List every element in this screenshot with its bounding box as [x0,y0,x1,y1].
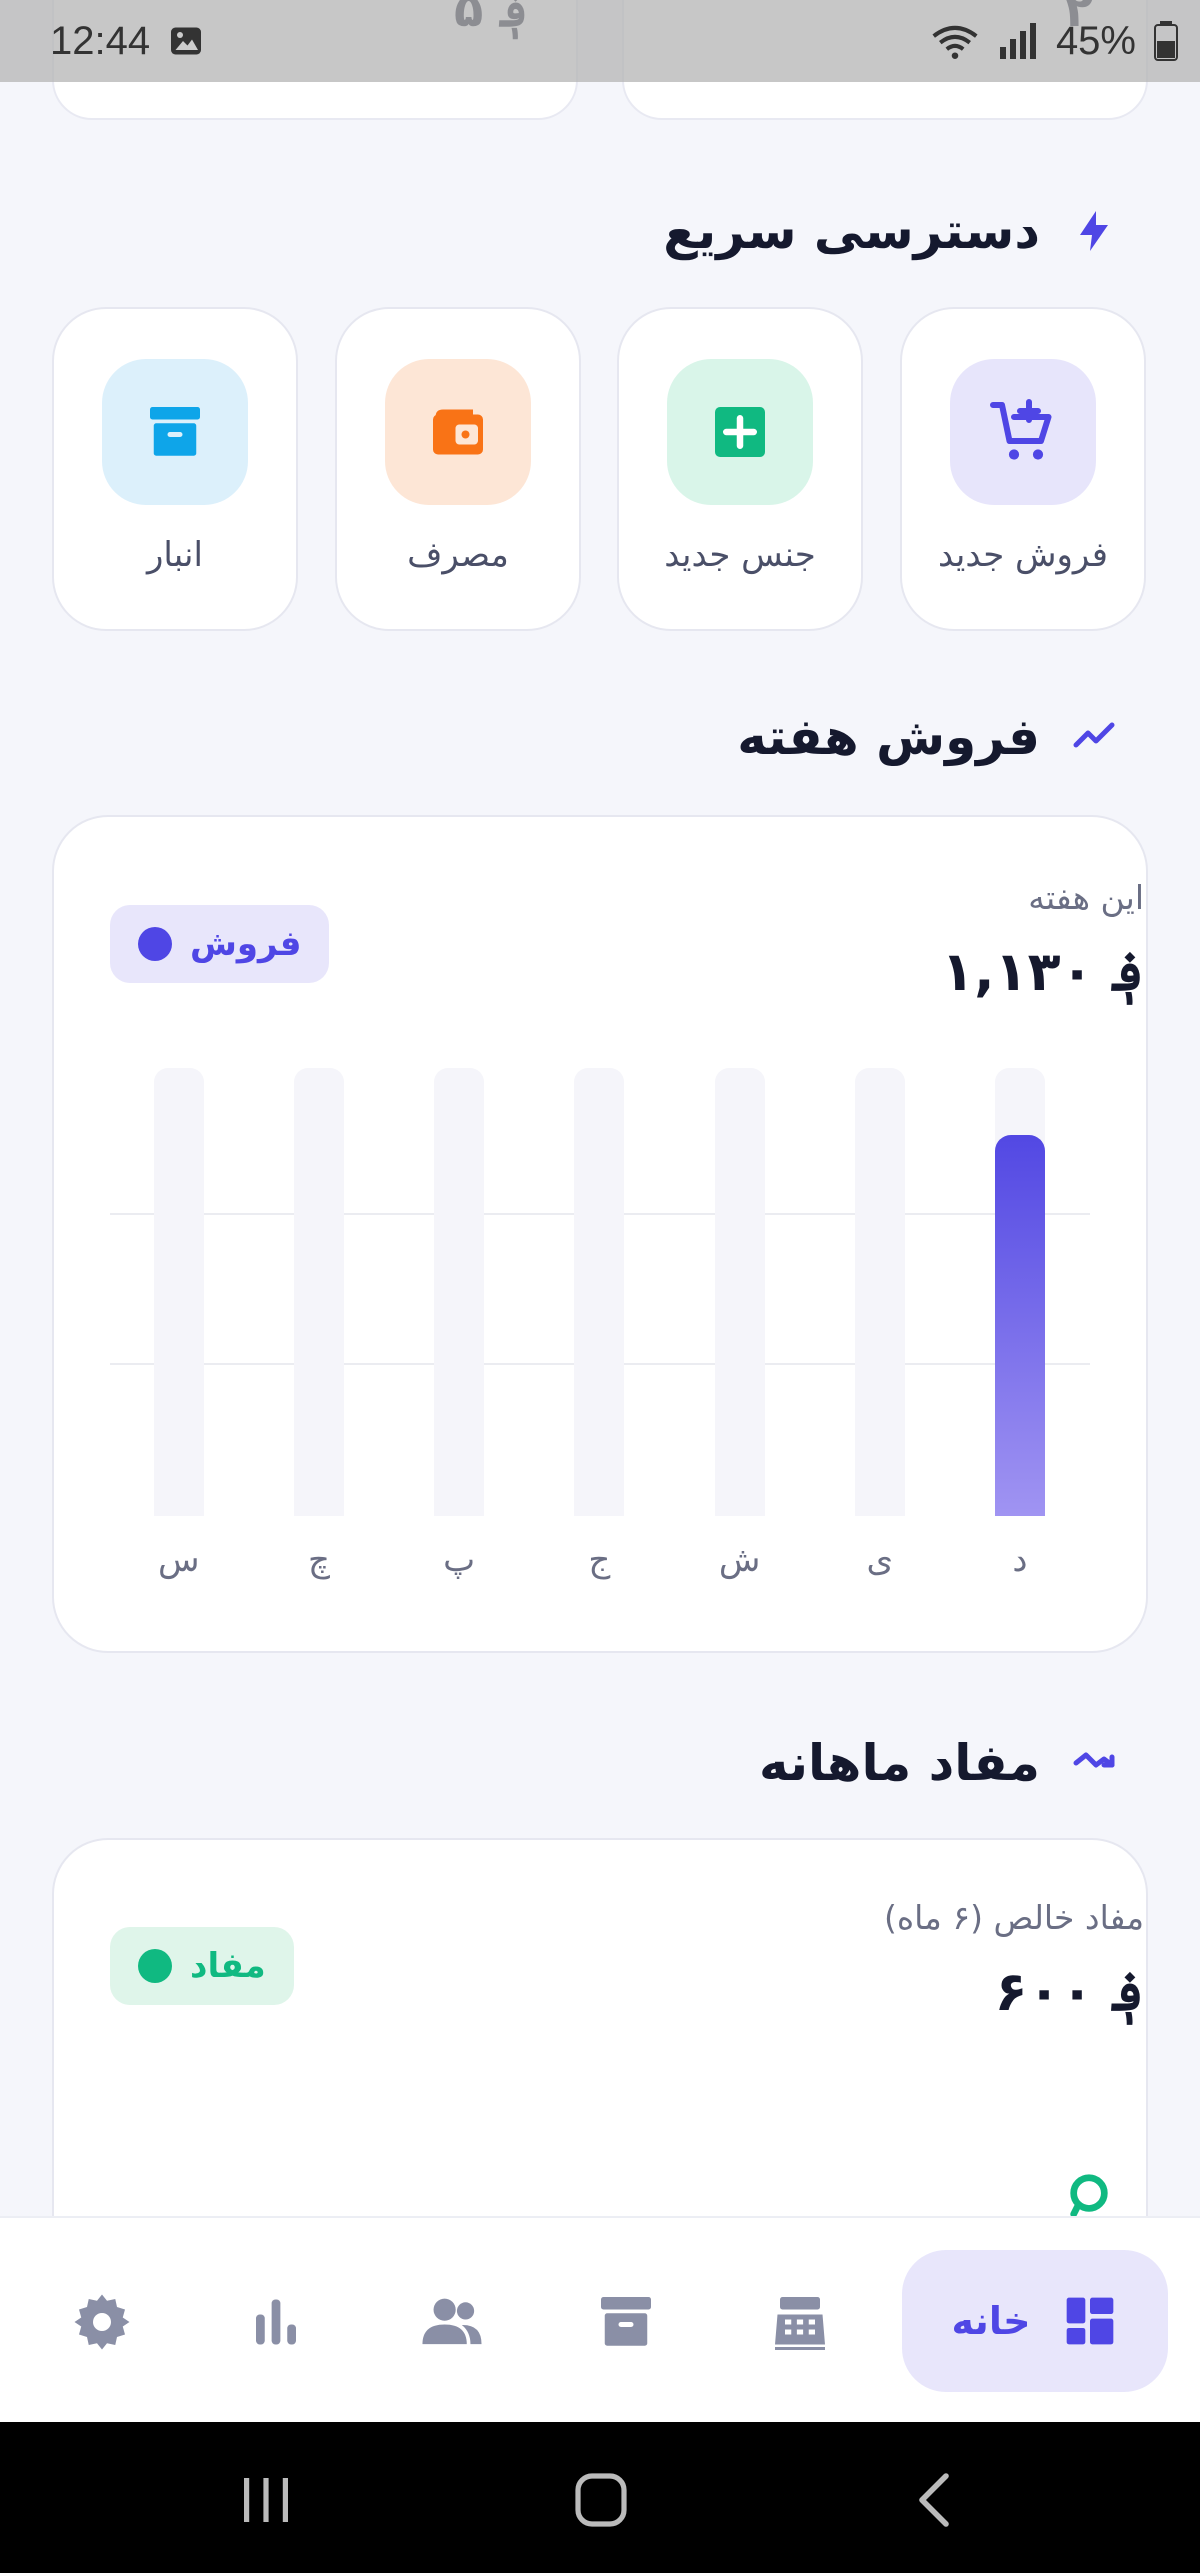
cart-plus-icon [950,359,1096,505]
nav-settings-tab[interactable] [72,2292,132,2352]
nav-pos-tab[interactable] [770,2292,830,2352]
gallery-notification-icon [171,27,202,55]
weekly-sales-subtitle: این هفته [1028,878,1144,917]
quick-new-sale-button[interactable]: فروش جدید [900,307,1146,631]
users-icon [422,2298,482,2345]
quick-inventory-label: انبار [147,535,203,575]
quick-access-header: دسترسی سریع [663,202,1118,260]
nav-home-label: خانه [951,2299,1031,2343]
x-tick-label: ی [866,1540,894,1580]
weekly-sales-value: ؋ ۱,۱۳۰ [941,940,1144,1003]
trend-up-icon [1073,722,1115,748]
quick-expense-label: مصرف [407,535,509,575]
quick-new-item-label: جنس جدید [664,535,816,575]
status-time: 12:44 [50,18,151,63]
weekly-sales-header: فروش هفته [737,708,1118,766]
sales-legend-dot [138,927,172,961]
quick-inventory-button[interactable]: انبار [52,307,298,631]
monthly-profit-title: مفاد ماهانه [758,1734,1040,1792]
battery-icon [1154,21,1178,61]
home-icon[interactable] [574,2472,628,2528]
cash-register-icon [775,2297,825,2350]
x-tick-label: ج [588,1540,611,1580]
system-navigation-bar [0,2422,1200,2573]
nav-home-tab[interactable]: خانه [902,2250,1168,2392]
monthly-profit-header: مفاد ماهانه [759,1734,1118,1792]
quick-new-item-button[interactable]: جنس جدید [617,307,863,631]
sales-legend-badge[interactable]: فروش [110,905,330,983]
x-tick-label: س [158,1540,200,1580]
x-tick-label: پ [443,1540,476,1580]
quick-expense-button[interactable]: مصرف [335,307,581,631]
profit-legend-dot [138,1949,172,1983]
profit-point-marker-icon [1070,2174,1108,2218]
weekly-sales-title: فروش هفته [737,708,1040,766]
archive-box-icon [102,359,248,505]
bar-track [434,1068,485,1516]
x-tick-label: چ [308,1540,330,1580]
lightning-icon [1080,211,1108,251]
back-icon[interactable] [912,2472,956,2528]
signal-icon [999,23,1036,59]
monthly-profit-subtitle: مفاد خالص (۶ ماه) [883,1898,1144,1937]
x-tick-label: د [1012,1540,1028,1580]
quick-access-title: دسترسی سریع [663,202,1040,260]
archive-icon [601,2297,651,2346]
nav-inventory-tab[interactable] [596,2292,656,2352]
bar-track [574,1068,625,1516]
monthly-profit-value: ؋ ۶۰۰ [994,1960,1144,2023]
nav-reports-tab[interactable] [246,2292,306,2352]
quick-new-sale-label: فروش جدید [938,535,1108,575]
status-bar: 12:44 45% [0,0,1200,82]
recent-apps-icon[interactable] [238,2474,294,2526]
profit-legend-label: مفاد [190,1946,266,1986]
grid-icon [1067,2297,1114,2345]
bar-track [294,1068,344,1516]
trend-icon [1073,1752,1115,1768]
wifi-icon [932,25,978,59]
wallet-icon [385,359,531,505]
bar-track [714,1068,765,1516]
bar-0[interactable] [995,1135,1045,1516]
plus-square-icon [667,359,813,505]
battery-percent: 45% [1055,18,1136,63]
profit-legend-badge[interactable]: مفاد [110,1927,294,2005]
bottom-navigation: خانه [0,2216,1200,2422]
bar-track [854,1068,905,1516]
gear-icon [74,2294,130,2350]
bar-chart-icon [256,2299,296,2345]
sales-legend-label: فروش [190,924,302,964]
nav-customers-tab[interactable] [420,2292,482,2352]
x-tick-label: ش [718,1540,761,1580]
bar-track [153,1068,204,1516]
